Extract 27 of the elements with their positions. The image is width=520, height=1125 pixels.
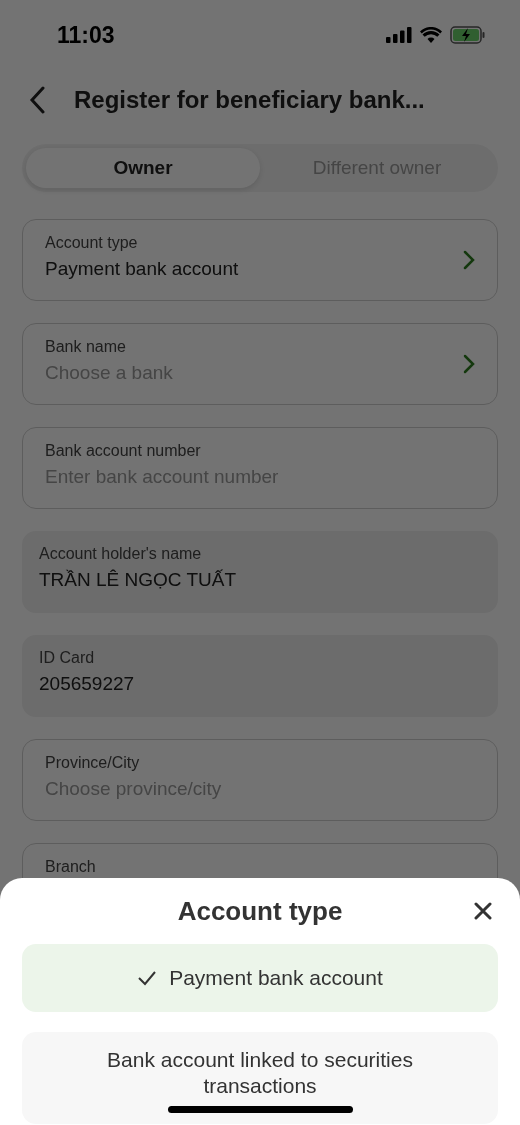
chevron-right-icon [463, 354, 475, 374]
close-icon [474, 902, 492, 920]
chevron-right-icon [463, 250, 475, 270]
field-value: 205659227 [39, 673, 136, 695]
segment-tab[interactable]: Owner [26, 148, 260, 188]
field-value: Payment bank account [45, 258, 240, 280]
status-time: 11:03 [57, 21, 115, 49]
field-label: Province/City [45, 754, 141, 772]
select-field[interactable]: Account type Payment bank account [22, 219, 498, 301]
sheet-title: Account type [177, 895, 343, 927]
back-icon [28, 86, 46, 114]
check-icon [137, 970, 158, 986]
back-button[interactable] [28, 86, 46, 114]
field-label: Bank account number [45, 442, 202, 460]
field-value: TRẦN LÊ NGỌC TUẤT [39, 569, 238, 591]
field-label: Account type [45, 234, 139, 252]
field-label: Bank name [45, 338, 127, 356]
battery-icon [450, 26, 486, 44]
page-title: Register for beneficiary bank... [74, 86, 425, 114]
close-button[interactable] [474, 902, 492, 920]
option-item[interactable]: Payment bank account [22, 944, 498, 1012]
signal-icon [386, 27, 412, 43]
field-label: ID Card [39, 649, 96, 667]
field-label: Account holder's name [39, 545, 203, 563]
wifi-icon [420, 27, 442, 43]
field-label: Branch [45, 858, 97, 876]
option-item[interactable]: Bank account linked to securities transactions [22, 1032, 498, 1124]
